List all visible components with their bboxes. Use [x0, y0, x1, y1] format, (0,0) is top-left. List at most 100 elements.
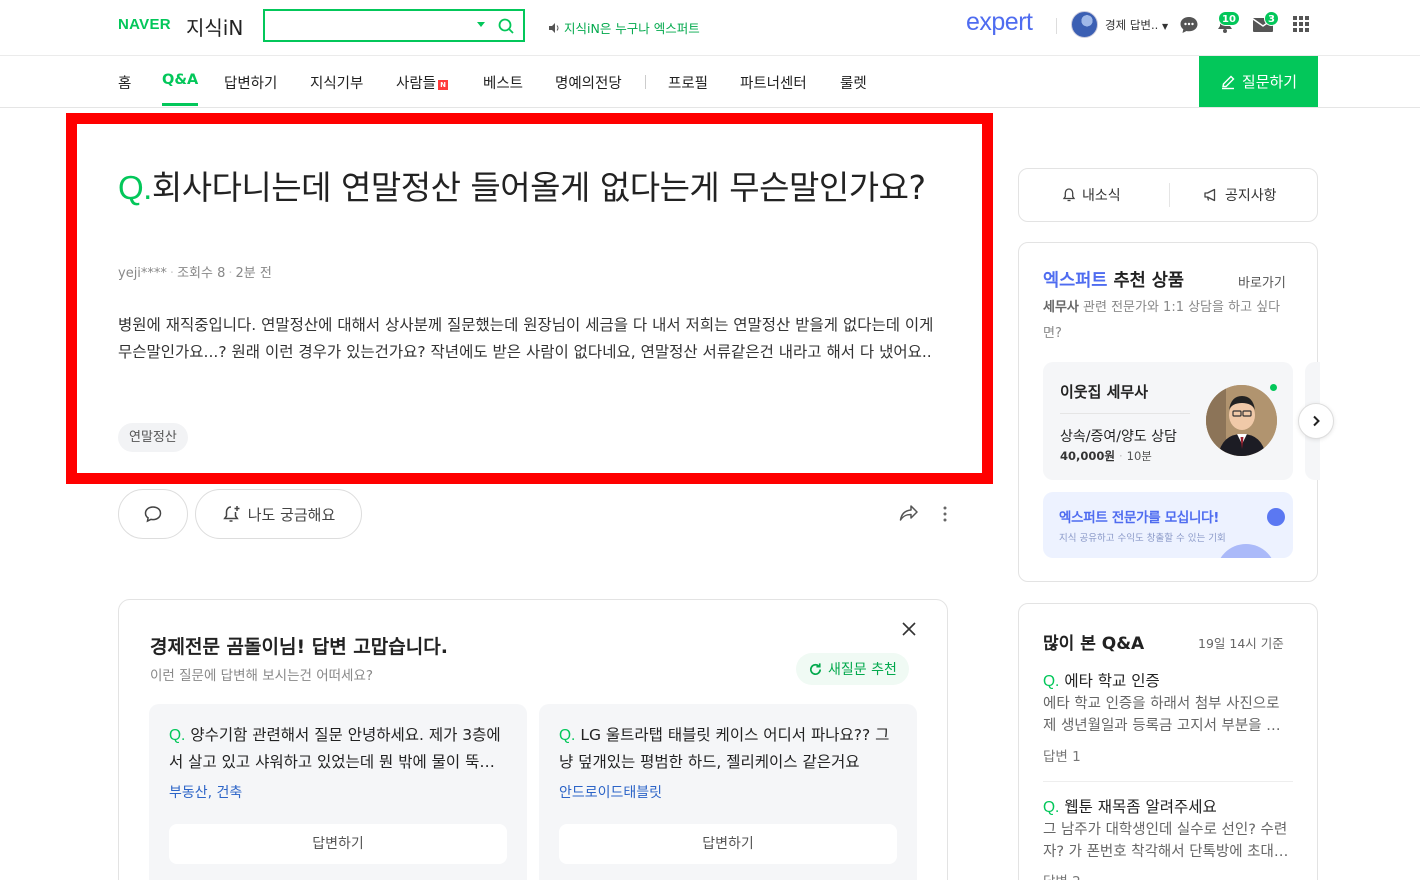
divider	[1060, 413, 1190, 414]
nav-hall-of-fame[interactable]: 명예의전당	[555, 72, 622, 93]
bell-plus-icon	[222, 506, 240, 522]
chevron-right-icon	[1313, 415, 1320, 427]
question-body: 병원에 재직중입니다. 연말정산에 대해서 상사분께 질문했는데 원장님이 세금…	[118, 316, 934, 361]
q-mark: Q.	[118, 169, 152, 206]
nav-home[interactable]: 홈	[118, 72, 131, 93]
expert-title-accent: 엑스퍼트	[1043, 271, 1108, 291]
expert-name: 이웃집 세무사	[1060, 383, 1149, 401]
q-mark: Q.	[1043, 673, 1060, 690]
my-news-link[interactable]: 내소식	[1061, 185, 1121, 205]
expert-notice-text: 지식iN은 누구나 엑스퍼트	[564, 21, 700, 36]
popular-question-desc[interactable]: 그 남주가 대학생인데 실수로 선인? 수련자? 가 폰번호 착각해서 단톡방에…	[1043, 819, 1293, 863]
recommended-question-category[interactable]: 안드로이드태블릿	[559, 782, 662, 802]
curious-button[interactable]: 나도 궁금해요	[195, 489, 362, 539]
nav-divider	[645, 75, 646, 89]
popular-question-text: 에타 학교 인증	[1064, 672, 1160, 690]
popular-question-title[interactable]: Q. 에타 학교 인증	[1043, 669, 1160, 691]
question-meta: yeji**** · 조회수 8 · 2분 전	[118, 266, 272, 281]
expert-shortcut-link[interactable]: 바로가기	[1238, 272, 1286, 291]
refresh-icon	[810, 662, 822, 675]
ask-question-label: 질문하기	[1241, 73, 1298, 91]
next-product-button[interactable]	[1298, 403, 1334, 439]
bell-icon	[1062, 188, 1076, 202]
more-options-icon[interactable]	[943, 506, 947, 522]
notification-count: 10	[1218, 11, 1240, 26]
q-mark: Q.	[169, 727, 186, 744]
speaker-icon	[549, 22, 559, 33]
divider	[1056, 18, 1057, 34]
expert-duration: 10분	[1126, 449, 1152, 463]
recommended-question-text: 양수기함 관련해서 질문 안녕하세요. 제가 3층에서 살고 있고 샤워하고 있…	[169, 726, 501, 771]
popular-question-text: 웹툰 재목좀 알려주세요	[1064, 798, 1217, 816]
avatar[interactable]	[1071, 11, 1098, 38]
q-mark: Q.	[559, 727, 576, 744]
nav-roulette[interactable]: 룰렛	[840, 72, 867, 93]
popular-qna-title: 많이 본 Q&A	[1043, 634, 1145, 654]
ask-question-button[interactable]: 질문하기	[1199, 56, 1318, 107]
my-news-label: 내소식	[1082, 188, 1121, 204]
popular-question-desc[interactable]: 에타 학교 인증을 하래서 첨부 사진으로 제 생년월일과 등록금 고지서 부분…	[1043, 693, 1293, 737]
nav-qna[interactable]: Q&A	[162, 72, 199, 106]
divider	[1169, 183, 1170, 207]
notices-label: 공지사항	[1225, 188, 1277, 204]
answer-thanks-title: 경제전문 곰돌이님! 답변 고맙습니다.	[150, 636, 448, 658]
search-icon[interactable]	[497, 17, 515, 35]
comment-icon	[144, 506, 162, 523]
divider	[1043, 781, 1293, 782]
close-icon[interactable]	[900, 620, 918, 638]
nav-people[interactable]: 사람들 N	[396, 72, 449, 93]
user-menu[interactable]: 경제 답변.. ▼	[1105, 17, 1168, 33]
service-logo[interactable]: 지식iN	[186, 12, 243, 41]
mail-button[interactable]: 3	[1252, 11, 1279, 36]
recruit-subtitle: 지식 공유하고 수익도 창출할 수 있는 기회	[1059, 533, 1226, 544]
expert-desc-rest: 관련 전문가와 1:1 상담을 하고 싶다면?	[1043, 300, 1281, 341]
nav-best[interactable]: 베스트	[483, 72, 523, 93]
mail-count: 3	[1264, 11, 1279, 26]
expert-recruit-banner[interactable]: 엑스퍼트 전문가를 모십니다! 지식 공유하고 수익도 창출할 수 있는 기회	[1043, 492, 1293, 558]
author[interactable]: yeji****	[118, 266, 167, 281]
search-box	[263, 9, 525, 42]
notices-link[interactable]: 공지사항	[1203, 185, 1277, 205]
new-badge: N	[438, 80, 449, 90]
question-title: Q.회사다니는데 연말정산 들어올게 없다는게 무슨말인가요?	[118, 166, 948, 209]
nav-profile[interactable]: 프로필	[668, 72, 708, 93]
curious-label: 나도 궁금해요	[247, 505, 336, 524]
view-count: 조회수 8	[177, 266, 226, 281]
question-tag[interactable]: 연말정산	[118, 423, 188, 452]
new-question-label: 새질문 추천	[828, 662, 897, 678]
pencil-icon	[1221, 75, 1235, 89]
popular-question-title[interactable]: Q. 웹툰 재목좀 알려주세요	[1043, 795, 1217, 817]
expert-photo	[1206, 385, 1277, 456]
user-name: 경제 답변..	[1105, 18, 1159, 32]
expert-price-line: 40,000원 · 10분	[1060, 449, 1152, 463]
question-title-text: 회사다니는데 연말정산 들어올게 없다는게 무슨말인가요?	[151, 168, 926, 207]
popular-answer-count: 답변 2	[1043, 870, 1081, 880]
search-dropdown-icon[interactable]	[477, 22, 485, 27]
answer-button[interactable]: 답변하기	[559, 824, 897, 864]
expert-panel-title: 엑스퍼트 추천 상품	[1043, 267, 1184, 292]
search-input[interactable]	[273, 11, 473, 39]
chat-icon[interactable]	[1179, 15, 1199, 35]
new-question-button[interactable]: 새질문 추천	[796, 653, 909, 685]
nav-people-label: 사람들	[396, 76, 437, 92]
comment-button[interactable]	[118, 489, 188, 539]
online-status-dot	[1270, 384, 1277, 391]
expert-notice-link[interactable]: 지식iN은 누구나 엑스퍼트	[548, 18, 700, 37]
recommended-question-category[interactable]: 부동산, 건축	[169, 782, 242, 802]
notification-button[interactable]: 10	[1215, 11, 1240, 36]
q-mark: Q.	[1043, 799, 1060, 816]
nav-partner-center[interactable]: 파트너센터	[740, 72, 807, 93]
answer-button[interactable]: 답변하기	[169, 824, 507, 864]
nav-answer[interactable]: 답변하기	[224, 72, 277, 93]
recruit-illustration-icon	[1220, 508, 1285, 558]
popular-answer-count: 답변 1	[1043, 749, 1081, 765]
expert-logo[interactable]: expert	[966, 8, 1033, 37]
naver-logo[interactable]: NAVER	[118, 16, 171, 33]
nav-donate[interactable]: 지식기부	[310, 72, 363, 93]
recruit-title: 엑스퍼트 전문가를 모십니다!	[1059, 510, 1220, 526]
main-nav: 홈 Q&A 답변하기 지식기부 사람들 N 베스트 명예의전당 프로필 파트너센터…	[0, 56, 1420, 108]
apps-grid-icon[interactable]	[1293, 16, 1309, 32]
recommended-question-title[interactable]: Q. LG 울트라탭 태블릿 케이스 어디서 파나요?? 그냥 덮개있는 평범한…	[559, 722, 897, 776]
share-icon[interactable]	[898, 503, 920, 523]
recommended-question-title[interactable]: Q. 양수기함 관련해서 질문 안녕하세요. 제가 3층에서 살고 있고 샤워하…	[169, 722, 507, 776]
